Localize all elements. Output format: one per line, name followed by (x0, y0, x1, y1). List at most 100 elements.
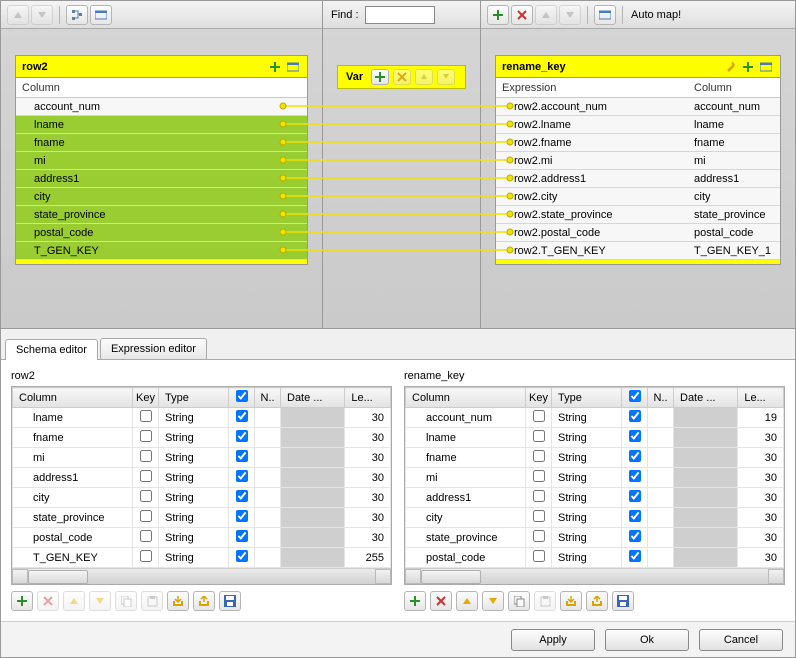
minimize-icon[interactable] (594, 5, 616, 25)
cell-key[interactable] (133, 548, 159, 568)
cell-key[interactable] (133, 468, 159, 488)
cell-key[interactable] (526, 488, 552, 508)
schema-row[interactable]: state_provinceString30 (13, 508, 391, 528)
cell-key[interactable] (526, 468, 552, 488)
cell-n[interactable] (622, 508, 648, 528)
cell-n[interactable] (229, 468, 255, 488)
cell-key[interactable] (133, 528, 159, 548)
copy-icon[interactable] (115, 591, 137, 611)
cell-n[interactable] (622, 428, 648, 448)
cell-n[interactable] (229, 548, 255, 568)
move-up-icon[interactable] (63, 591, 85, 611)
col-le[interactable]: Le... (738, 388, 784, 408)
col-n[interactable] (622, 388, 648, 408)
source-row[interactable]: T_GEN_KEY (16, 242, 307, 260)
source-row[interactable]: lname (16, 116, 307, 134)
paste-icon[interactable] (141, 591, 163, 611)
automap-button[interactable]: Auto map! (631, 9, 681, 21)
target-row[interactable]: row2.postal_codepostal_code (496, 224, 780, 242)
target-row[interactable]: row2.T_GEN_KEYT_GEN_KEY_1 (496, 242, 780, 260)
cell-key[interactable] (133, 448, 159, 468)
minimize-icon[interactable] (285, 59, 301, 75)
source-row[interactable]: address1 (16, 170, 307, 188)
col-n[interactable] (229, 388, 255, 408)
cell-n[interactable] (229, 408, 255, 428)
arrow-down-icon[interactable] (437, 69, 455, 85)
schema-row[interactable]: postal_codeString30 (406, 548, 784, 568)
schema-row[interactable]: cityString30 (406, 508, 784, 528)
col-date[interactable]: Date ... (674, 388, 738, 408)
target-row[interactable]: row2.address1address1 (496, 170, 780, 188)
tree-icon[interactable] (66, 5, 88, 25)
target-row[interactable]: row2.state_provincestate_province (496, 206, 780, 224)
source-row[interactable]: city (16, 188, 307, 206)
schema-row[interactable]: state_provinceString30 (406, 528, 784, 548)
cell-key[interactable] (526, 408, 552, 428)
cell-n[interactable] (229, 448, 255, 468)
target-row[interactable]: row2.lnamelname (496, 116, 780, 134)
tab-schema-editor[interactable]: Schema editor (5, 339, 98, 360)
col-column[interactable]: Column (13, 388, 133, 408)
apply-button[interactable]: Apply (511, 629, 595, 651)
add-icon[interactable] (11, 591, 33, 611)
cell-n[interactable] (622, 468, 648, 488)
arrow-up-icon[interactable] (7, 5, 29, 25)
source-row[interactable]: postal_code (16, 224, 307, 242)
arrow-down-icon[interactable] (31, 5, 53, 25)
schema-row[interactable]: address1String30 (13, 468, 391, 488)
paste-icon[interactable] (534, 591, 556, 611)
schema-row[interactable]: miString30 (13, 448, 391, 468)
plus-icon[interactable] (371, 69, 389, 85)
plus-icon[interactable] (267, 59, 283, 75)
col-key[interactable]: Key (133, 388, 159, 408)
tab-expression-editor[interactable]: Expression editor (100, 338, 207, 359)
source-row[interactable]: state_province (16, 206, 307, 224)
col-type[interactable]: Type (159, 388, 229, 408)
cell-n[interactable] (229, 508, 255, 528)
col-n-label[interactable]: N.. (255, 388, 281, 408)
cell-n[interactable] (229, 428, 255, 448)
move-up-icon[interactable] (456, 591, 478, 611)
find-input[interactable] (365, 6, 435, 24)
cell-key[interactable] (526, 528, 552, 548)
target-row[interactable]: row2.citycity (496, 188, 780, 206)
col-key[interactable]: Key (526, 388, 552, 408)
target-row[interactable]: row2.account_numaccount_num (496, 98, 780, 116)
schema-row[interactable]: fnameString30 (406, 448, 784, 468)
schema-row[interactable]: lnameString30 (13, 408, 391, 428)
cancel-button[interactable]: Cancel (699, 629, 783, 651)
move-down-icon[interactable] (89, 591, 111, 611)
cell-n[interactable] (622, 548, 648, 568)
schema-row[interactable]: postal_codeString30 (13, 528, 391, 548)
arrow-up-icon[interactable] (535, 5, 557, 25)
minimize-icon[interactable] (90, 5, 112, 25)
cell-key[interactable] (133, 508, 159, 528)
schema-row[interactable]: account_numString19 (406, 408, 784, 428)
cell-n[interactable] (622, 408, 648, 428)
remove-icon[interactable] (430, 591, 452, 611)
plus-icon[interactable] (487, 5, 509, 25)
save-icon[interactable] (612, 591, 634, 611)
ok-button[interactable]: Ok (605, 629, 689, 651)
cell-key[interactable] (526, 448, 552, 468)
schema-row[interactable]: T_GEN_KEYString255 (13, 548, 391, 568)
import-icon[interactable] (167, 591, 189, 611)
schema-row[interactable]: cityString30 (13, 488, 391, 508)
target-row[interactable]: row2.fnamefname (496, 134, 780, 152)
cell-n[interactable] (622, 448, 648, 468)
export-icon[interactable] (193, 591, 215, 611)
cell-n[interactable] (622, 488, 648, 508)
remove-icon[interactable] (37, 591, 59, 611)
save-icon[interactable] (219, 591, 241, 611)
col-le[interactable]: Le... (345, 388, 391, 408)
schema-row[interactable]: fnameString30 (13, 428, 391, 448)
x-icon[interactable] (511, 5, 533, 25)
x-icon[interactable] (393, 69, 411, 85)
target-row[interactable]: row2.mimi (496, 152, 780, 170)
schema-row[interactable]: miString30 (406, 468, 784, 488)
cell-key[interactable] (133, 408, 159, 428)
export-icon[interactable] (586, 591, 608, 611)
schema-row[interactable]: lnameString30 (406, 428, 784, 448)
schema-row[interactable]: address1String30 (406, 488, 784, 508)
horizontal-scrollbar[interactable] (12, 568, 391, 584)
